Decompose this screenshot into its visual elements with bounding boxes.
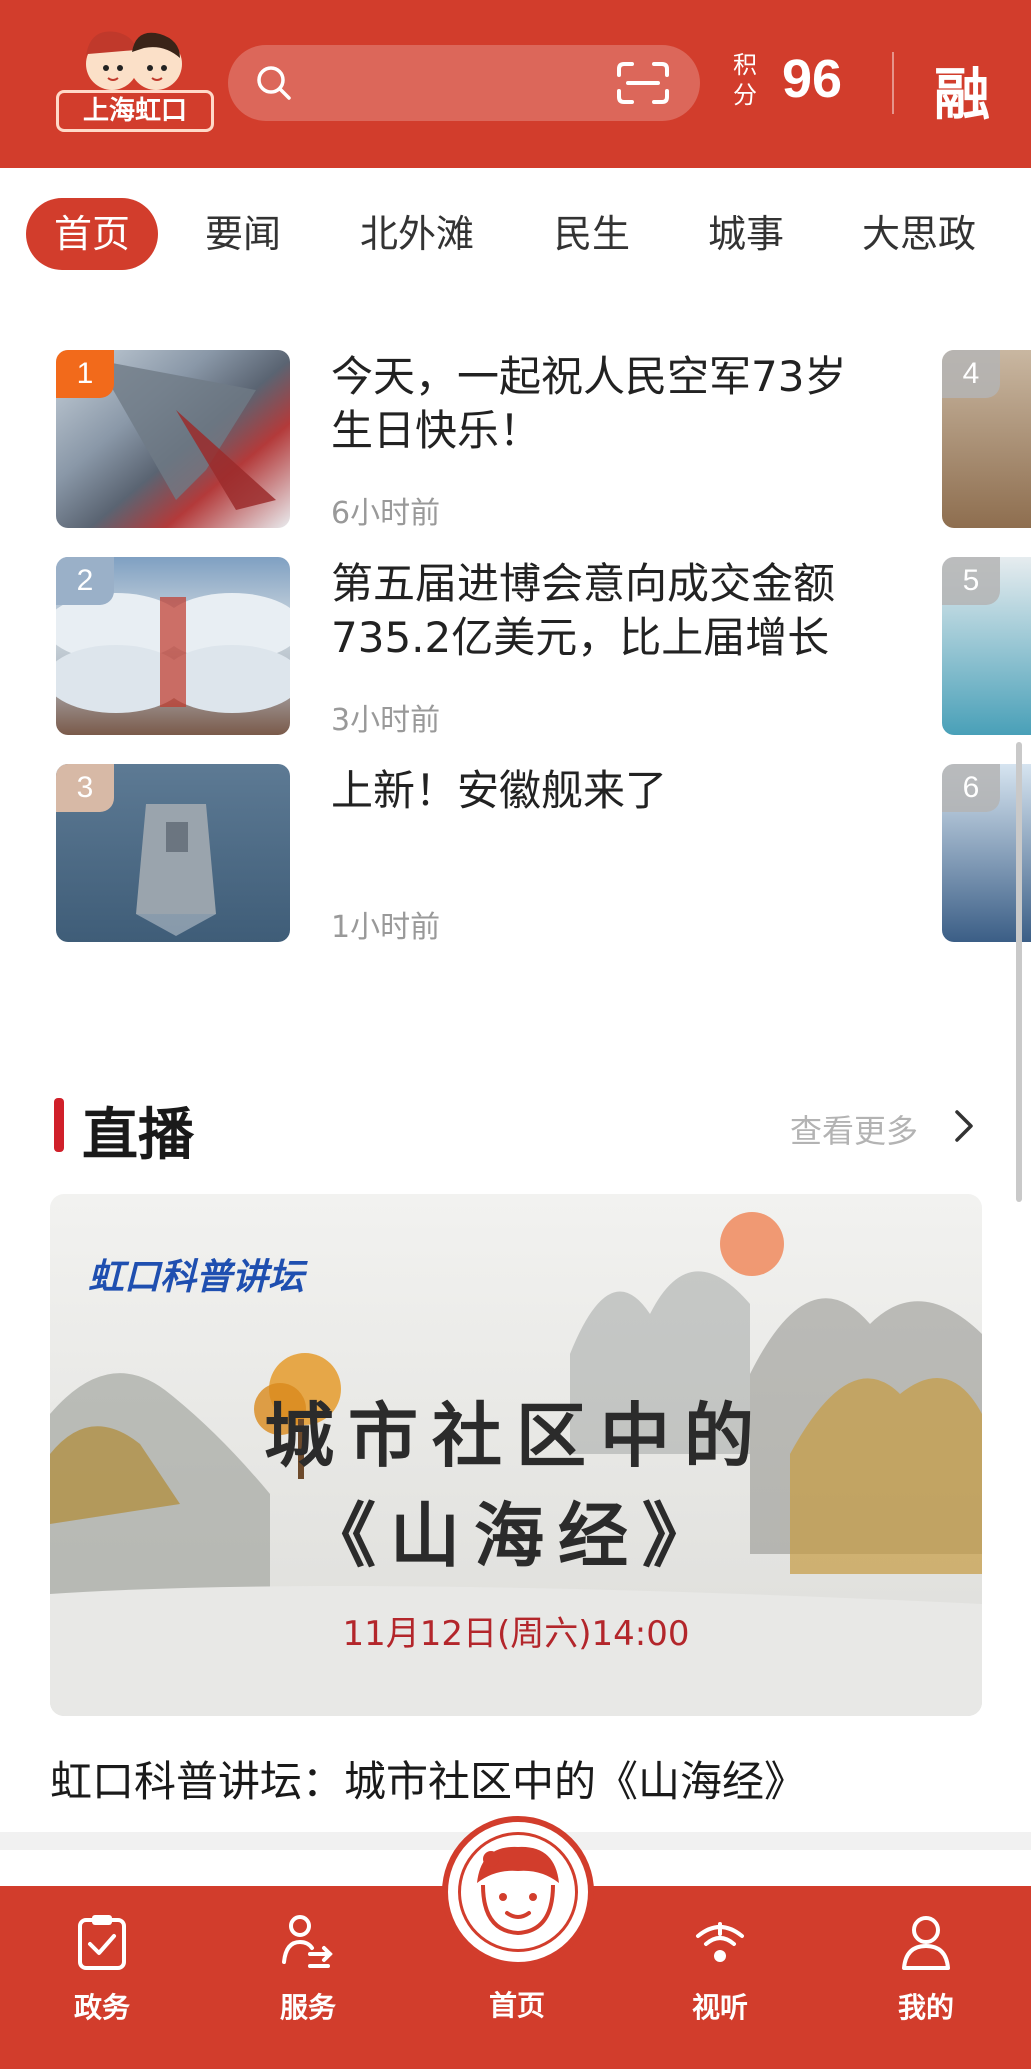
rank-badge: 6	[942, 764, 1000, 812]
news-peek-item-5[interactable]: 5	[942, 557, 1031, 735]
poster-title-line1: 城市社区中的	[264, 1394, 768, 1477]
news-thumbnail[interactable]: 2	[56, 557, 290, 735]
news-thumbnail[interactable]: 3	[56, 764, 290, 942]
score-label-bottom: 分	[733, 81, 757, 109]
view-more-link[interactable]: 查看更多	[790, 1106, 918, 1152]
nav-government[interactable]: 政务	[42, 1912, 162, 2026]
rong-button[interactable]: 融	[934, 50, 990, 131]
tab-home[interactable]: 首页	[26, 198, 159, 270]
header-divider	[892, 52, 894, 114]
news-thumbnail[interactable]: 1	[56, 350, 290, 528]
poster-tag: 虹口科普讲坛	[88, 1256, 305, 1298]
scrollbar[interactable]	[1016, 742, 1022, 1202]
nav-label: 视听	[691, 1991, 748, 2024]
nav-home-button[interactable]	[442, 1816, 594, 1968]
news-time: 3小时前	[331, 703, 441, 738]
channel-tabs: 首页 要闻 北外滩 民生 城事 大思政	[0, 168, 1031, 300]
clipboard-check-icon	[78, 1915, 126, 1970]
poster-date: 11月12日(周六)14:00	[342, 1614, 690, 1654]
mascot-face-icon	[477, 1846, 559, 1936]
score-label-top: 积	[733, 51, 757, 79]
news-title[interactable]: 上新！安徽舰来了	[331, 764, 871, 818]
nav-profile[interactable]: 我的	[866, 1912, 986, 2026]
news-item-1[interactable]: 1 今天，一起祝人民空军73岁生日快乐！ 6小时前	[56, 350, 916, 531]
rank-badge: 1	[56, 350, 114, 398]
news-title[interactable]: 今天，一起祝人民空军73岁生日快乐！	[331, 350, 871, 458]
scan-icon[interactable]	[616, 61, 670, 105]
tab-livelihood[interactable]: 民生	[554, 198, 630, 270]
tab-north-bund[interactable]: 北外滩	[360, 198, 474, 270]
tab-city-affairs[interactable]: 城事	[708, 198, 784, 270]
nav-label: 政务	[73, 1991, 130, 2024]
nav-services[interactable]: 服务	[248, 1912, 368, 2026]
live-caption[interactable]: 虹口科普讲坛：城市社区中的《山海经》	[50, 1748, 806, 1809]
rank-badge: 5	[942, 557, 1000, 605]
person-service-icon	[282, 1915, 333, 1968]
poster-title-line2: 《山海经》	[306, 1494, 726, 1577]
rank-badge: 2	[56, 557, 114, 605]
tab-ideology[interactable]: 大思政	[862, 198, 976, 270]
rank-badge: 4	[942, 350, 1000, 398]
search-icon[interactable]	[254, 63, 294, 103]
top-header: 上海虹口 积 分 96 融	[0, 0, 1031, 168]
nav-home-ring	[458, 1832, 578, 1952]
news-item-2[interactable]: 2 第五届进博会意向成交金额735.2亿美元，比上届增长 3小时前	[56, 557, 916, 738]
news-time: 6小时前	[331, 496, 441, 531]
nav-media[interactable]: 视听	[660, 1912, 780, 2026]
news-time: 1小时前	[331, 910, 441, 945]
live-poster[interactable]: 虹口科普讲坛 城市社区中的 《山海经》 11月12日(周六)14:00	[50, 1194, 982, 1716]
news-item-3[interactable]: 3 上新！安徽舰来了 1小时前	[56, 764, 916, 945]
app-logo[interactable]: 上海虹口	[44, 24, 224, 142]
broadcast-icon	[696, 1922, 744, 1962]
search-bar[interactable]	[228, 45, 700, 121]
news-peek-item-4[interactable]: 4	[942, 350, 1031, 528]
section-accent-bar	[54, 1098, 64, 1152]
live-section-title: 直播	[82, 1103, 194, 1168]
tab-headlines[interactable]: 要闻	[205, 198, 281, 270]
rank-badge: 3	[56, 764, 114, 812]
logo-label: 上海虹口	[56, 90, 214, 132]
chevron-right-icon[interactable]	[952, 1108, 976, 1144]
news-title[interactable]: 第五届进博会意向成交金额735.2亿美元，比上届增长	[331, 557, 871, 665]
score-label: 积 分	[732, 50, 758, 110]
user-icon	[902, 1916, 950, 1970]
nav-label: 服务	[279, 1991, 336, 2024]
nav-home-label[interactable]: 首页	[452, 1984, 582, 2024]
nav-label: 我的	[897, 1991, 954, 2024]
score-value[interactable]: 96	[782, 48, 842, 110]
